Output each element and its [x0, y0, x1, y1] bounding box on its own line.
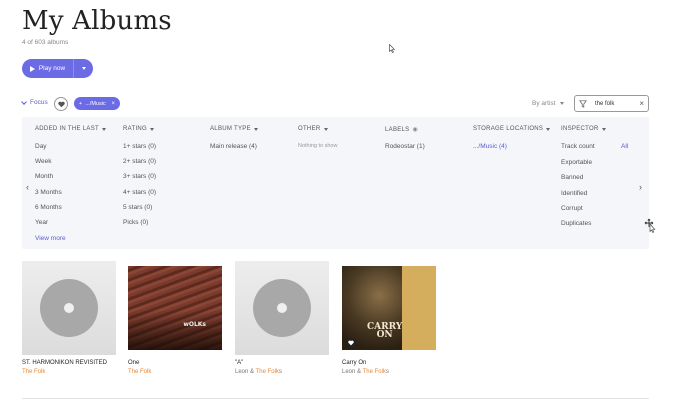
filter-added-month[interactable]: Month — [35, 173, 53, 180]
filter-column-storage: STORAGE LOCATIONS — [473, 126, 551, 132]
chevron-down-icon — [546, 127, 551, 131]
column-header-labels[interactable]: LABELS ◉ — [385, 126, 419, 134]
filter-inspector-exportable[interactable]: Exportable — [561, 159, 592, 166]
search-clear-button[interactable]: × — [639, 99, 644, 108]
cover-art-text: CARRY ON — [367, 322, 403, 340]
focus-toggle[interactable]: Focus — [21, 98, 48, 106]
filter-rating-5[interactable]: 5 stars (0) — [123, 204, 152, 211]
view-more-link[interactable]: View more — [35, 235, 66, 242]
filter-added-6months[interactable]: 6 Months — [35, 204, 62, 211]
filter-column-labels: LABELS ◉ — [385, 126, 419, 134]
filter-icon — [579, 99, 587, 108]
filter-column-other: OTHER — [298, 126, 328, 132]
column-header-storage[interactable]: STORAGE LOCATIONS — [473, 126, 551, 132]
album-art-carry-on: CARRY ON — [342, 266, 436, 350]
filter-inspector-track-count[interactable]: Track count — [561, 143, 595, 150]
filter-added-year[interactable]: Year — [35, 219, 48, 226]
move-cursor-icon — [644, 218, 656, 233]
favorites-filter-button[interactable] — [54, 97, 68, 111]
play-now-button[interactable]: Play now — [22, 59, 73, 78]
search-input[interactable]: the folk × — [574, 95, 649, 112]
search-value: the folk — [595, 100, 615, 107]
play-options-dropdown[interactable] — [73, 59, 93, 78]
album-artist[interactable]: The Folk — [128, 369, 222, 375]
location-filter-chip[interactable]: + .../Music × — [74, 97, 120, 110]
filter-label-rodeostar[interactable]: Rodeostar (1) — [385, 143, 425, 150]
page-title: My Albums — [22, 6, 172, 36]
cover-art-text: wOLKs — [183, 321, 206, 328]
divider — [22, 398, 649, 399]
filter-column-added: ADDED IN THE LAST — [35, 126, 107, 132]
filter-rating-3[interactable]: 3+ stars (0) — [123, 173, 156, 180]
column-header-added[interactable]: ADDED IN THE LAST — [35, 126, 107, 132]
column-header-rating[interactable]: RATING — [123, 126, 155, 132]
focus-label: Focus — [30, 99, 48, 106]
play-button-group: Play now — [22, 59, 93, 78]
album-card[interactable]: ST. HARMONIKON REVISITED The Folk — [22, 261, 116, 375]
chevron-down-icon — [81, 67, 86, 70]
filter-inspector-duplicates[interactable]: Duplicates — [561, 220, 591, 227]
filter-column-album-type: ALBUM TYPE — [210, 126, 258, 132]
disc-icon — [253, 279, 311, 337]
album-card[interactable]: "A" Leon & The Folks — [235, 261, 329, 375]
chip-label: .../Music — [85, 100, 106, 107]
album-cover[interactable]: wOLKs — [128, 261, 222, 355]
sort-label: By artist — [532, 100, 556, 107]
album-artist[interactable]: The Folk — [22, 369, 116, 375]
chevron-down-icon — [601, 127, 606, 131]
inspector-all-link[interactable]: All — [621, 143, 628, 150]
column-header-other[interactable]: OTHER — [298, 126, 328, 132]
album-card[interactable]: CARRY ON Carry On Leon & The Folks — [342, 261, 436, 375]
album-cover-placeholder[interactable] — [235, 261, 329, 355]
chevron-down-icon — [253, 127, 258, 131]
chevron-down-icon — [560, 101, 565, 105]
filter-inspector-banned[interactable]: Banned — [561, 174, 583, 181]
chevron-left-icon[interactable]: ‹ — [26, 182, 29, 192]
filter-inspector-corrupt[interactable]: Corrupt — [561, 205, 583, 212]
album-title[interactable]: ST. HARMONIKON REVISITED — [22, 360, 116, 366]
filter-panel: ‹ › ADDED IN THE LAST Day Week Month 3 M… — [22, 117, 649, 249]
filter-column-inspector: INSPECTOR — [561, 126, 606, 132]
chip-remove-button[interactable]: × — [111, 101, 115, 107]
album-cover-placeholder[interactable] — [22, 261, 116, 355]
filter-rating-4[interactable]: 4+ stars (0) — [123, 189, 156, 196]
eye-icon: ◉ — [412, 127, 419, 133]
filter-column-rating: RATING — [123, 126, 155, 132]
filter-storage-music[interactable]: .../Music (4) — [473, 143, 507, 150]
filter-other-empty: Nothing to show — [298, 143, 338, 149]
album-title[interactable]: One — [128, 360, 222, 366]
filter-added-week[interactable]: Week — [35, 158, 52, 165]
album-art-one: wOLKs — [128, 266, 222, 350]
filter-rating-2[interactable]: 2+ stars (0) — [123, 158, 156, 165]
chevron-right-icon[interactable]: › — [639, 182, 642, 192]
album-title[interactable]: "A" — [235, 360, 329, 366]
play-now-label: Play now — [38, 65, 66, 72]
album-count: 4 of 603 albums — [22, 39, 69, 46]
chevron-down-icon — [21, 98, 27, 105]
filter-inspector-identified[interactable]: Identified — [561, 190, 587, 197]
favorite-heart-icon[interactable] — [346, 338, 356, 348]
album-artist[interactable]: Leon & The Folks — [342, 369, 436, 375]
filter-added-day[interactable]: Day — [35, 143, 47, 150]
album-cover[interactable]: CARRY ON — [342, 261, 436, 355]
album-card[interactable]: wOLKs One The Folk — [128, 261, 222, 375]
filter-rating-1[interactable]: 1+ stars (0) — [123, 143, 156, 150]
heart-icon — [57, 101, 65, 107]
filter-added-3months[interactable]: 3 Months — [35, 189, 62, 196]
chevron-down-icon — [323, 127, 328, 131]
chevron-down-icon — [102, 127, 107, 131]
album-title[interactable]: Carry On — [342, 360, 436, 366]
mouse-pointer-icon — [389, 44, 395, 53]
column-header-album-type[interactable]: ALBUM TYPE — [210, 126, 258, 132]
filter-rating-picks[interactable]: Picks (0) — [123, 219, 148, 226]
chevron-down-icon — [150, 127, 155, 131]
play-icon — [29, 65, 35, 72]
column-header-inspector[interactable]: INSPECTOR — [561, 126, 606, 132]
folder-icon: + — [79, 100, 83, 107]
album-artist[interactable]: Leon & The Folks — [235, 369, 329, 375]
disc-icon — [40, 279, 98, 337]
filter-album-type-main[interactable]: Main release (4) — [210, 143, 257, 150]
sort-dropdown[interactable]: By artist — [532, 100, 565, 107]
